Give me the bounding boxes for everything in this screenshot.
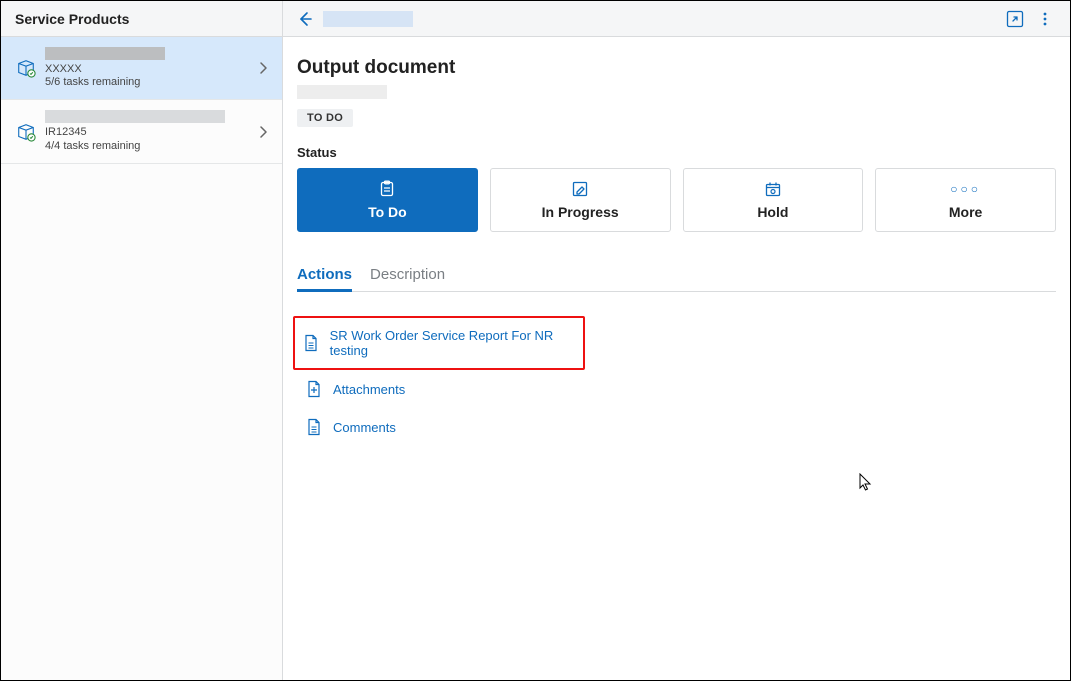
detail-subtitle	[297, 85, 387, 99]
sidebar-item-title	[45, 47, 165, 60]
action-label: SR Work Order Service Report For NR test…	[330, 328, 575, 358]
status-option-label: More	[949, 204, 982, 220]
sidebar-item-code: XXXXX	[45, 63, 246, 76]
clipboard-icon	[377, 180, 397, 198]
status-option-label: In Progress	[542, 204, 619, 220]
status-option-in-progress[interactable]: In Progress	[490, 168, 671, 232]
box-icon	[15, 121, 37, 143]
detail-title: Output document	[297, 57, 1056, 79]
sidebar-item-subtitle: 4/4 tasks remaining	[45, 140, 246, 153]
back-button[interactable]	[293, 7, 317, 31]
document-icon	[303, 334, 320, 352]
status-section-label: Status	[297, 145, 1056, 160]
page-title: Service Products	[1, 1, 283, 36]
breadcrumb	[323, 11, 413, 27]
sidebar-item-service-product-1[interactable]: XXXXX 5/6 tasks remaining	[1, 37, 282, 100]
action-label: Comments	[333, 420, 396, 435]
status-option-todo[interactable]: To Do	[297, 168, 478, 232]
document-icon	[305, 418, 323, 436]
action-comments[interactable]: Comments	[297, 408, 1056, 446]
action-label: Attachments	[333, 382, 405, 397]
action-service-report[interactable]: SR Work Order Service Report For NR test…	[295, 318, 583, 368]
chevron-right-icon	[254, 125, 272, 139]
status-option-label: To Do	[368, 204, 407, 220]
hold-icon	[763, 180, 783, 198]
expand-icon[interactable]	[1000, 4, 1030, 34]
attachment-icon	[305, 380, 323, 398]
sidebar-item-title	[45, 110, 225, 123]
status-option-more[interactable]: ○○○ More	[875, 168, 1056, 232]
edit-icon	[570, 180, 590, 198]
more-icon: ○○○	[956, 180, 976, 198]
cursor-icon	[859, 473, 873, 493]
highlight-annotation: SR Work Order Service Report For NR test…	[293, 316, 585, 370]
status-option-label: Hold	[757, 204, 788, 220]
box-icon	[15, 57, 37, 79]
sidebar-item-service-product-2[interactable]: IR12345 4/4 tasks remaining	[1, 100, 282, 163]
sidebar-item-code: IR12345	[45, 126, 246, 139]
status-option-hold[interactable]: Hold	[683, 168, 864, 232]
action-attachments[interactable]: Attachments	[297, 370, 1056, 408]
chevron-right-icon	[254, 61, 272, 75]
tab-description[interactable]: Description	[370, 260, 445, 291]
sidebar-item-subtitle: 5/6 tasks remaining	[45, 76, 246, 89]
more-options-icon[interactable]	[1030, 4, 1060, 34]
tab-actions[interactable]: Actions	[297, 260, 352, 291]
status-badge: TO DO	[297, 109, 353, 127]
